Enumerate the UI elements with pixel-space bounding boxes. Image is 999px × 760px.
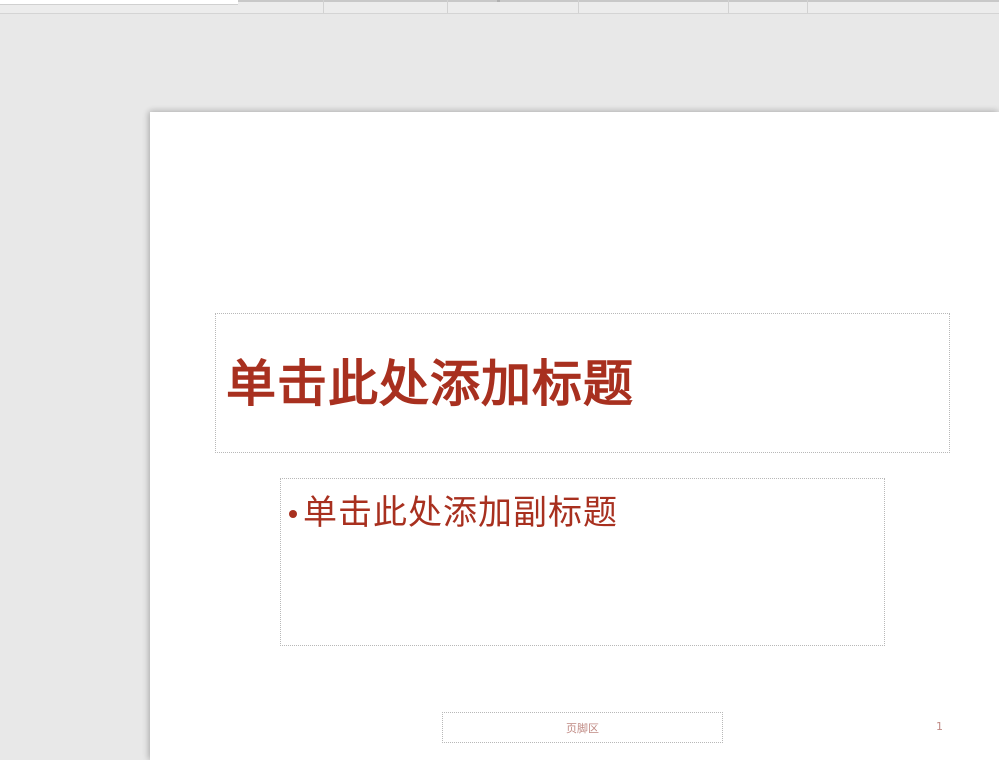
- footer-placeholder-text[interactable]: 页脚区: [566, 720, 599, 736]
- title-placeholder[interactable]: 单击此处添加标题: [215, 313, 950, 453]
- bullet-icon: [289, 510, 297, 518]
- ruler-tick: [578, 0, 579, 13]
- ruler-highlight: [0, 0, 238, 5]
- ruler-tick: [447, 0, 448, 13]
- ruler-tick: [323, 0, 324, 13]
- footer-placeholder[interactable]: 页脚区: [442, 712, 723, 743]
- ruler-strip: [0, 0, 999, 14]
- subtitle-line[interactable]: 单击此处添加副标题: [289, 491, 618, 535]
- ruler-top-line: [238, 0, 999, 2]
- slide-number[interactable]: 1: [936, 720, 943, 733]
- title-placeholder-text[interactable]: 单击此处添加标题: [226, 354, 634, 414]
- subtitle-placeholder-text[interactable]: 单击此处添加副标题: [303, 491, 618, 535]
- subtitle-placeholder[interactable]: 单击此处添加副标题: [280, 478, 885, 646]
- slide-canvas[interactable]: 单击此处添加标题 单击此处添加副标题 页脚区 1: [150, 112, 999, 760]
- ruler-tick: [728, 0, 729, 13]
- ruler-tick: [807, 0, 808, 13]
- ruler-dot: [497, 0, 500, 2]
